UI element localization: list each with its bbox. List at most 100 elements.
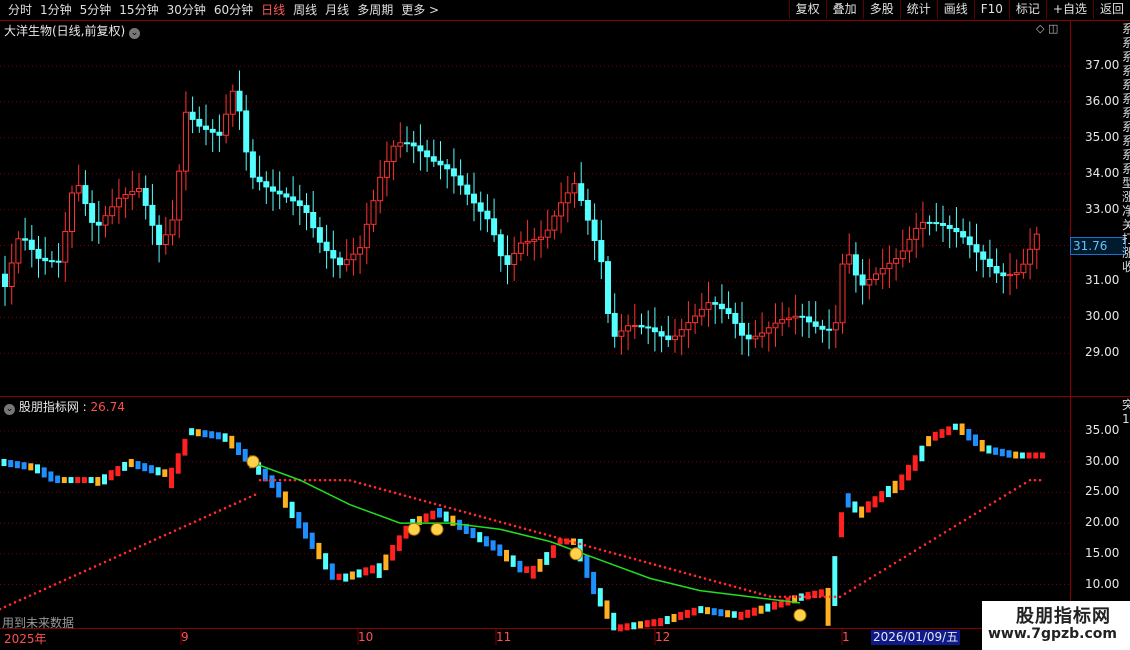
- signal-dot: [578, 542, 582, 546]
- indicator-tick-label: 30.00: [1085, 453, 1120, 468]
- candle-body: [678, 329, 685, 337]
- signal-dot: [943, 531, 947, 534]
- indicator-bar: [986, 445, 992, 454]
- indicator-tick-label: 10.00: [1085, 576, 1120, 591]
- chevron-down-icon[interactable]: ⌄: [129, 28, 141, 39]
- indicator-bar: [349, 571, 355, 580]
- indicator-bar: [28, 463, 34, 471]
- candle-body: [109, 206, 116, 217]
- indicator-bar: [396, 535, 402, 551]
- indicator-bar: [745, 609, 751, 618]
- window-icon[interactable]: ◫: [1048, 22, 1058, 35]
- indicator-bar: [289, 501, 295, 519]
- signal-dot: [913, 549, 917, 553]
- signal-dot: [728, 584, 732, 587]
- signal-dot: [718, 581, 722, 584]
- indicator-bar: [711, 608, 717, 616]
- price-tick-label: 33.00: [1085, 201, 1120, 216]
- signal-dot: [858, 583, 862, 586]
- candle-body: [511, 252, 518, 265]
- indicator-bar: [772, 601, 777, 610]
- candle-body: [383, 161, 390, 178]
- candle-body: [48, 260, 55, 263]
- signal-dot: [188, 522, 192, 526]
- signal-dot: [833, 595, 837, 599]
- indicator-bar: [979, 439, 985, 452]
- signal-dot: [398, 492, 402, 496]
- watermark-title: 股朋指标网: [1016, 606, 1111, 627]
- signal-dot: [518, 526, 522, 529]
- candle-body: [283, 193, 290, 198]
- signal-dot: [538, 531, 542, 535]
- diamond-icon[interactable]: ◇: [1036, 22, 1044, 35]
- candle-body: [229, 90, 236, 115]
- indicator-tick-label: 15.00: [1085, 545, 1120, 560]
- indicator-plot: [0, 423, 1045, 632]
- signal-dot: [873, 573, 877, 577]
- candle-body: [437, 160, 444, 166]
- candle-body: [69, 192, 75, 232]
- candle-body: [759, 332, 766, 337]
- chart-title[interactable]: 大洋生物(日线,前复权) ⌄: [4, 22, 141, 39]
- signal-dot: [118, 553, 122, 557]
- indicator-bar: [524, 566, 530, 573]
- signal-dot: [203, 515, 207, 519]
- signal-dot: [878, 570, 882, 574]
- signal-dot: [83, 569, 87, 573]
- indicator-bar: [236, 442, 241, 456]
- signal-dot: [658, 564, 662, 568]
- signal-dot: [483, 516, 487, 520]
- signal-dot: [768, 595, 772, 598]
- candle-body: [705, 302, 712, 310]
- signal-dot: [338, 478, 342, 482]
- candle-body: [296, 200, 303, 207]
- chart-title-text: 大洋生物(日线,前复权): [4, 24, 126, 38]
- candle-body: [792, 315, 799, 319]
- indicator-bar: [490, 540, 496, 551]
- indicator-bar: [537, 558, 543, 572]
- indicator-bar: [55, 475, 61, 484]
- time-tick-label: 10: [358, 630, 374, 644]
- candle-body: [363, 223, 370, 249]
- candle-body: [658, 331, 665, 337]
- candle-body: [940, 222, 946, 226]
- indicator-title[interactable]: ⌄ 股朋指标网 : 26.74: [4, 398, 125, 415]
- indicator-bar: [483, 536, 489, 547]
- indicator-bar: [973, 434, 978, 446]
- indicator-name: 股朋指标网: [18, 400, 79, 414]
- price-tick-label: 35.00: [1085, 129, 1120, 144]
- signal-dot: [808, 595, 812, 599]
- indicator-bar: [658, 618, 664, 627]
- indicator-bar: [1040, 452, 1045, 459]
- indicator-bar: [899, 474, 905, 491]
- signal-dot: [818, 595, 822, 599]
- candle-body: [859, 274, 866, 286]
- candle-body: [564, 192, 571, 204]
- signal-dot: [868, 577, 872, 580]
- candle-body: [685, 322, 692, 331]
- signal-dot: [463, 510, 467, 514]
- signal-dot: [743, 588, 747, 591]
- indicator-bar: [296, 512, 302, 529]
- candle-body: [598, 240, 605, 263]
- signal-dot: [113, 556, 117, 559]
- indicator-bar: [544, 552, 550, 565]
- indicator-bar: [993, 447, 999, 455]
- signal-dot: [128, 549, 132, 553]
- chevron-down-icon[interactable]: ⌄: [4, 404, 15, 415]
- signal-dot: [243, 497, 247, 501]
- signal-dot: [493, 519, 497, 522]
- signal-dot: [863, 580, 867, 583]
- chart-canvas[interactable]: [0, 0, 1130, 650]
- signal-dot: [178, 527, 182, 530]
- signal-dot: [983, 506, 987, 510]
- signal-dot: [953, 524, 957, 528]
- indicator-bar: [530, 565, 536, 579]
- indicator-bar: [102, 474, 107, 485]
- indicator-bar: [698, 606, 704, 614]
- signal-dot: [648, 562, 652, 565]
- indicator-bar: [872, 496, 878, 508]
- candle-body: [1020, 263, 1027, 274]
- candle-body: [149, 204, 156, 226]
- indicator-bar: [189, 428, 195, 436]
